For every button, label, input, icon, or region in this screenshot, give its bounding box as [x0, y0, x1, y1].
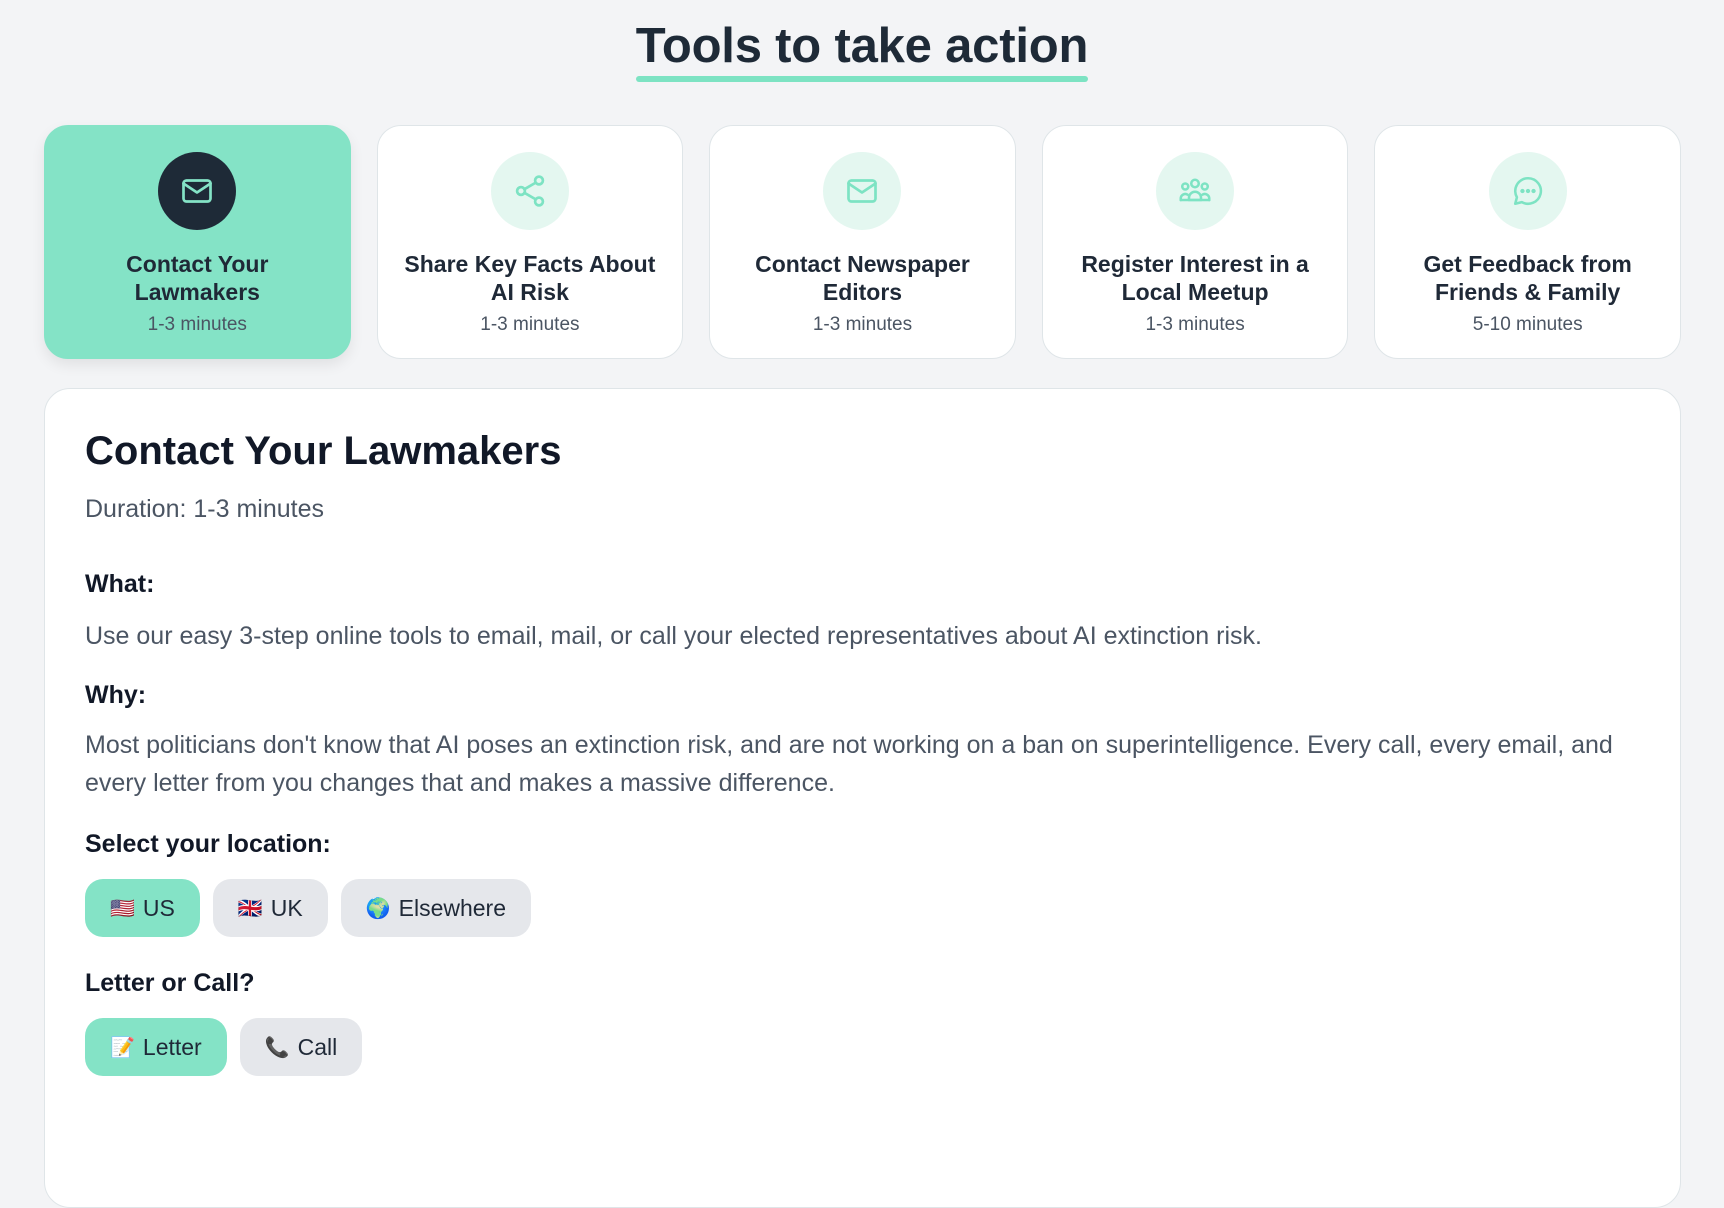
mode-heading: Letter or Call? — [85, 969, 255, 997]
share-icon — [490, 152, 569, 230]
pill-label: US — [142, 894, 175, 921]
action-cards: Contact Your Lawmakers 1-3 minutes Share … — [44, 125, 1681, 359]
card-title: Contact Your Lawmakers — [126, 251, 269, 305]
mode-options: 📝 Letter 📞 Call — [85, 1018, 1640, 1076]
memo-icon: 📝 — [110, 1036, 135, 1059]
location-us-button[interactable]: 🇺🇸 US — [85, 879, 200, 937]
chat-bubble-icon — [1488, 152, 1567, 230]
location-uk-button[interactable]: 🇬🇧 UK — [212, 879, 328, 937]
location-options: 🇺🇸 US 🇬🇧 UK 🌍 Elsewhere — [85, 879, 1640, 937]
page: Tools to take action Contact Your Lawmake… — [0, 0, 1724, 1208]
card-duration: 5-10 minutes — [1472, 314, 1583, 335]
detail-panel: Contact Your Lawmakers Duration: 1-3 min… — [44, 388, 1681, 1208]
people-icon — [1156, 152, 1235, 230]
card-title: Share Key Facts About AI Risk — [404, 251, 656, 305]
card-contact-lawmakers[interactable]: Contact Your Lawmakers 1-3 minutes — [44, 125, 351, 359]
location-heading: Select your location: — [85, 830, 331, 858]
phone-icon: 📞 — [264, 1036, 290, 1059]
what-description: Use our easy 3-step online tools to emai… — [85, 622, 1262, 650]
card-title: Contact Newspaper Editors — [755, 251, 970, 305]
page-title: Tools to take action — [635, 18, 1089, 82]
pill-label: Letter — [142, 1033, 202, 1060]
pill-label: UK — [270, 894, 303, 921]
card-feedback[interactable]: Get Feedback from Friends & Family 5-10 m… — [1374, 125, 1681, 359]
mail-icon — [823, 152, 902, 230]
us-flag-icon: 🇺🇸 — [110, 897, 135, 920]
card-duration: 1-3 minutes — [480, 314, 580, 335]
what-heading: What: — [85, 570, 155, 598]
mail-icon — [158, 152, 237, 230]
card-share-facts[interactable]: Share Key Facts About AI Risk 1-3 minutes — [376, 125, 684, 359]
detail-title: Contact Your Lawmakers — [85, 429, 562, 473]
card-title: Register Interest in a Local Meetup — [1081, 251, 1309, 305]
card-duration: 1-3 minutes — [147, 314, 247, 335]
header: Tools to take action — [0, 0, 1724, 82]
why-description: Most politicians don't know that AI pose… — [85, 731, 1613, 797]
detail-duration: Duration: 1-3 minutes — [85, 495, 325, 523]
uk-flag-icon: 🇬🇧 — [237, 897, 263, 920]
pill-label: Elsewhere — [398, 894, 507, 921]
card-contact-editors[interactable]: Contact Newspaper Editors 1-3 minutes — [709, 125, 1016, 359]
card-duration: 1-3 minutes — [1145, 314, 1245, 335]
globe-icon: 🌍 — [365, 897, 391, 920]
letter-button[interactable]: 📝 Letter — [85, 1018, 227, 1076]
call-button[interactable]: 📞 Call — [239, 1018, 363, 1076]
why-heading: Why: — [85, 681, 147, 709]
card-title: Get Feedback from Friends & Family — [1423, 251, 1632, 305]
location-elsewhere-button[interactable]: 🌍 Elsewhere — [340, 879, 532, 937]
card-duration: 1-3 minutes — [812, 314, 913, 335]
card-local-meetup[interactable]: Register Interest in a Local Meetup 1-3 m… — [1041, 125, 1349, 359]
pill-label: Call — [297, 1033, 338, 1060]
